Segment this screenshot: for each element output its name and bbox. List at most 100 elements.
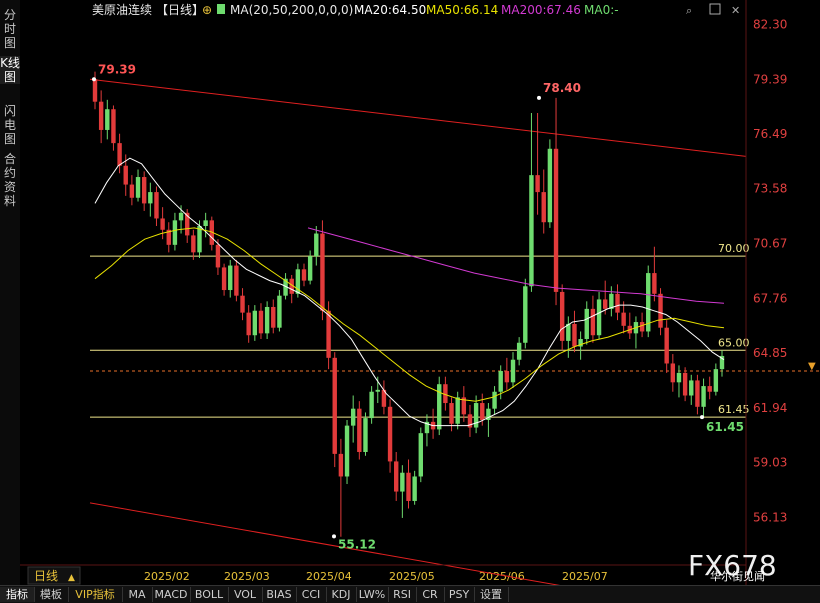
x-tick-label: 2025/03 — [224, 570, 270, 583]
candle-body — [559, 291, 565, 341]
candle-body — [320, 233, 325, 311]
candle-body — [695, 380, 700, 407]
y-tick-label: 56.13 — [753, 510, 787, 524]
y-tick-label: 73.58 — [753, 182, 787, 196]
x-tick-label: 2025/02 — [144, 570, 190, 583]
horizontal-level-label: 65.00 — [718, 336, 750, 349]
candle-body — [314, 233, 319, 257]
indicator-tab[interactable]: MACD — [152, 587, 191, 602]
candle-body — [92, 79, 98, 102]
tab-timeshare-chart[interactable]: 分时图 — [0, 8, 20, 50]
candle-body — [670, 363, 676, 383]
search-icon[interactable]: ⌕ — [686, 4, 692, 17]
candle-body — [707, 386, 712, 392]
annotation-label: 78.40 — [543, 81, 581, 95]
candle-body — [332, 357, 337, 454]
candle-body — [105, 109, 110, 130]
candle-body — [596, 299, 602, 336]
y-tick-label: 70.67 — [753, 237, 787, 251]
candle-body — [375, 389, 380, 392]
indicator-tab[interactable]: PSY — [444, 587, 475, 602]
candle-body — [682, 372, 688, 396]
indicator-tab[interactable]: MA — [122, 587, 153, 602]
indicator-tab[interactable]: CCI — [296, 587, 327, 602]
y-tick-label: 82.30 — [753, 17, 787, 31]
indicator-tab[interactable]: CR — [416, 587, 445, 602]
ma0-value: MA0:- — [584, 3, 619, 17]
candle-body — [455, 397, 460, 424]
candle-body — [639, 322, 645, 332]
candle-body — [264, 306, 270, 334]
candle-body — [369, 391, 374, 419]
close-icon[interactable]: ✕ — [731, 4, 740, 17]
indicator-tab[interactable]: LW% — [356, 587, 389, 602]
candle-body — [394, 461, 399, 492]
chart-background — [20, 0, 820, 585]
candle-body — [615, 293, 620, 313]
candle-body — [449, 403, 454, 424]
period-label: 【日线】 — [156, 3, 204, 17]
candle-body — [129, 184, 135, 198]
candle-body — [326, 310, 331, 358]
candle-body — [240, 295, 245, 313]
candle-body — [387, 406, 393, 462]
indicator-tab[interactable]: 设置 — [474, 587, 509, 602]
annotation-point — [332, 534, 336, 539]
indicator-tab[interactable]: 模板 — [34, 587, 69, 602]
indicator-tab[interactable]: BOLL — [190, 587, 229, 602]
ma50-value: MA50:66.14 — [426, 3, 498, 17]
candle-body — [228, 265, 233, 291]
candle-body — [418, 433, 423, 477]
candle-body — [590, 308, 596, 336]
x-tick-label: 2025/04 — [306, 570, 352, 583]
y-tick-label: 64.85 — [753, 346, 787, 360]
candle-body — [535, 175, 540, 193]
candle-body — [713, 369, 719, 392]
candle-body — [271, 306, 276, 328]
candle-body — [246, 312, 251, 336]
candle-body — [154, 192, 159, 219]
y-tick-label: 59.03 — [753, 456, 787, 470]
indicator-tab[interactable]: RSI — [388, 587, 417, 602]
candlestick-chart[interactable]: 82.30 79.39 76.49 73.58 70.67 67.76 64.85 61.94… — [20, 0, 820, 585]
candle-body — [566, 323, 571, 341]
horizontal-level-label: 70.00 — [718, 242, 750, 255]
candle-body — [221, 267, 227, 291]
indicator-tab[interactable]: VOL — [228, 587, 263, 602]
indicator-tab[interactable]: KDJ — [326, 587, 357, 602]
candle-body — [510, 359, 516, 383]
tab-kline-chart[interactable]: K线图 — [0, 56, 20, 84]
indicator-tab[interactable]: BIAS — [262, 587, 297, 602]
tab-flash-chart[interactable]: 闪电图 — [0, 104, 20, 146]
x-tick-label: 2025/05 — [389, 570, 435, 583]
candle-body — [400, 472, 405, 492]
tab-label: K线图 — [0, 56, 20, 84]
indicator-tab[interactable]: 指标 — [0, 587, 35, 602]
annotation-point — [700, 415, 704, 420]
indicator-tab[interactable]: VIP指标 — [68, 587, 123, 602]
tab-contract-info[interactable]: 合约资料 — [0, 152, 20, 208]
candle-body — [572, 323, 577, 347]
candle-body — [344, 425, 350, 477]
sidebar: 分时图 K线图 闪电图 合约资料 — [0, 0, 21, 585]
candle-body — [609, 293, 614, 309]
settings-icon[interactable]: ⊕ — [202, 3, 212, 17]
candle-body — [664, 327, 669, 364]
candle-body — [191, 235, 196, 253]
ma20-value: MA20:64.50 — [354, 3, 426, 17]
candle-body — [498, 371, 503, 392]
candle-body — [584, 308, 589, 339]
annotation-label: 79.39 — [98, 62, 136, 76]
candle-body — [504, 371, 510, 383]
annotation-label: 61.45 — [706, 420, 744, 434]
candle-body — [252, 310, 258, 336]
candle-body — [277, 295, 282, 328]
candle-body — [338, 453, 344, 477]
candle-body — [523, 286, 528, 343]
y-tick-label: 67.76 — [753, 291, 787, 305]
horizontal-level-label: 61.45 — [718, 403, 750, 416]
candle-body — [357, 408, 362, 452]
tab-label: 合约资料 — [3, 152, 16, 208]
dropdown-arrow-icon: ▲ — [68, 573, 75, 583]
tab-label: 分时图 — [3, 8, 16, 50]
